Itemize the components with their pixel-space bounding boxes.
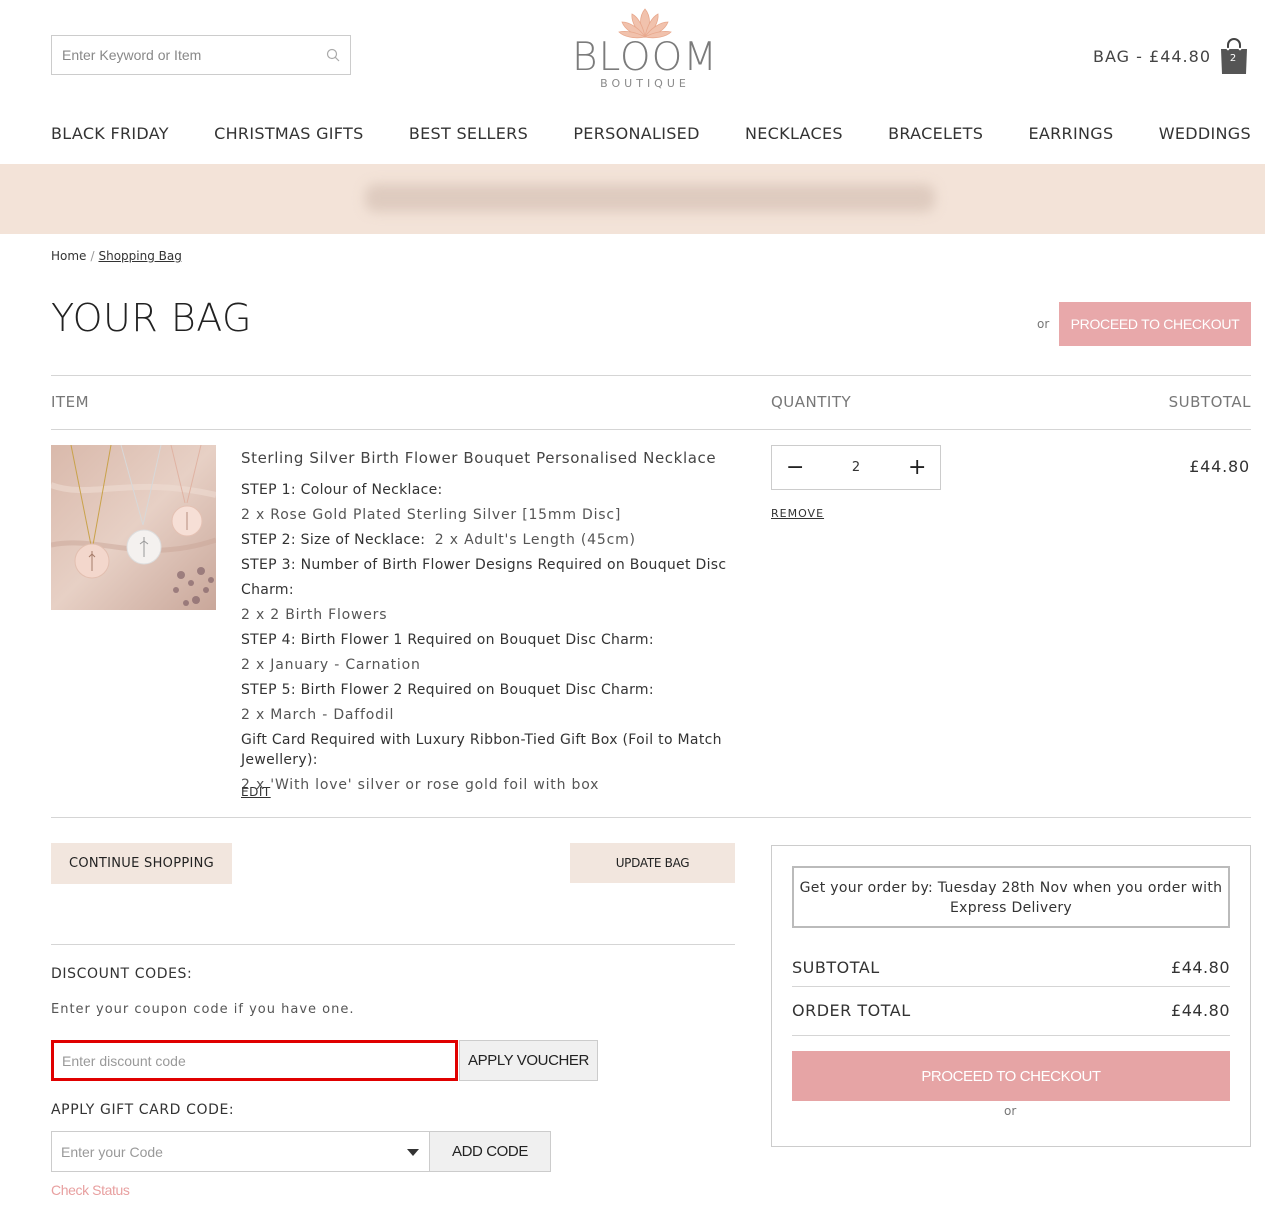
promo-banner[interactable] [0, 164, 1265, 234]
edit-item-link[interactable]: EDIT [241, 785, 271, 799]
option-gift-label: Gift Card Required with Luxury Ribbon-Ti… [241, 732, 722, 768]
breadcrumb: Home / Shopping Bag [51, 249, 182, 263]
discount-codes-heading: DISCOUNT CODES: [51, 966, 193, 982]
bag-total[interactable]: BAG - £44.80 [1093, 47, 1211, 66]
summary-total-label: ORDER TOTAL [792, 1001, 911, 1020]
breadcrumb-separator: / [90, 249, 95, 263]
site-logo[interactable]: BLOOM BOUTIQUE [560, 6, 730, 102]
option-step3-label: STEP 3: Number of Birth Flower Designs R… [241, 557, 727, 598]
search-input[interactable] [52, 36, 322, 74]
option-step3-value: 2 x 2 Birth Flowers [241, 607, 388, 623]
delivery-estimate: Get your order by: Tuesday 28th Nov when… [792, 866, 1230, 928]
gift-card-code-input[interactable] [52, 1132, 392, 1171]
delivery-estimate-line2: Express Delivery [949, 900, 1073, 916]
nav-necklaces[interactable]: NECKLACES [745, 124, 843, 143]
check-status-link[interactable]: Check Status [51, 1182, 130, 1198]
mini-bag[interactable]: BAG - £44.80 2 [1093, 36, 1249, 76]
quantity-value[interactable]: 2 [852, 460, 860, 475]
column-header-subtotal: SUBTOTAL [1168, 393, 1251, 411]
summary-subtotal-value: £44.80 [1171, 958, 1230, 977]
nav-christmas-gifts[interactable]: CHRISTMAS GIFTS [214, 124, 363, 143]
column-header-quantity: QUANTITY [771, 393, 852, 411]
column-header-item: ITEM [51, 393, 90, 411]
nav-black-friday[interactable]: BLACK FRIDAY [51, 124, 169, 143]
continue-shopping-button[interactable]: CONTINUE SHOPPING [51, 843, 232, 884]
add-code-button[interactable]: ADD CODE [429, 1131, 551, 1172]
option-step2-value: 2 x Adult's Length (45cm) [434, 532, 636, 548]
product-options: STEP 1: Colour of Necklace: 2 x Rose Gol… [241, 478, 751, 798]
summary-subtotal-label: SUBTOTAL [792, 958, 880, 977]
divider [51, 817, 1251, 818]
nav-weddings[interactable]: WEDDINGS [1159, 124, 1251, 143]
option-step1-label: STEP 1: Colour of Necklace: [241, 482, 443, 498]
option-step2-label: STEP 2: Size of Necklace: [241, 532, 426, 548]
breadcrumb-home[interactable]: Home [51, 249, 86, 263]
summary-subtotal-row: SUBTOTAL £44.80 [792, 958, 1230, 977]
summary-total-row: ORDER TOTAL £44.80 [792, 1001, 1230, 1020]
or-text: or [1037, 317, 1050, 331]
discount-code-input[interactable] [54, 1043, 455, 1078]
remove-item-link[interactable]: REMOVE [771, 507, 824, 520]
divider [51, 375, 1251, 376]
option-step5-label: STEP 5: Birth Flower 2 Required on Bouqu… [241, 682, 654, 698]
search-icon[interactable] [326, 48, 340, 62]
divider [51, 429, 1251, 430]
option-step1-value: 2 x Rose Gold Plated Sterling Silver [15… [241, 507, 622, 523]
nav-bracelets[interactable]: BRACELETS [888, 124, 983, 143]
product-image[interactable] [51, 445, 216, 610]
option-step2: STEP 2: Size of Necklace: 2 x Adult's Le… [241, 528, 751, 553]
option-step4-value: 2 x January - Carnation [241, 657, 421, 673]
nav-personalised[interactable]: PERSONALISED [573, 124, 699, 143]
product-name[interactable]: Sterling Silver Birth Flower Bouquet Per… [241, 449, 716, 467]
nav-earrings[interactable]: EARRINGS [1028, 124, 1113, 143]
shopping-bag-icon[interactable]: 2 [1219, 37, 1249, 75]
bag-count-badge: 2 [1229, 53, 1237, 64]
gift-card-heading: APPLY GIFT CARD CODE: [51, 1102, 235, 1118]
logo-wordmark: BLOOM [572, 35, 718, 80]
apply-voucher-button[interactable]: APPLY VOUCHER [459, 1040, 598, 1081]
blurred-promo-text [365, 184, 935, 212]
decrease-quantity-button[interactable]: − [786, 455, 804, 480]
gift-card-code-field[interactable] [51, 1131, 430, 1172]
option-step4-label: STEP 4: Birth Flower 1 Required on Bouqu… [241, 632, 654, 648]
summary-total-value: £44.80 [1171, 1001, 1230, 1020]
discount-code-field[interactable] [51, 1040, 458, 1081]
option-gift-value: 2 x 'With love' silver or rose gold foil… [241, 777, 600, 793]
breadcrumb-current[interactable]: Shopping Bag [98, 249, 181, 263]
page-title: YOUR BAG [51, 296, 252, 340]
search-box[interactable] [51, 35, 351, 75]
main-navigation: BLACK FRIDAY CHRISTMAS GIFTS BEST SELLER… [51, 124, 1251, 143]
divider [792, 1035, 1230, 1036]
line-item-subtotal: £44.80 [1189, 457, 1250, 476]
increase-quantity-button[interactable]: + [908, 455, 926, 480]
divider [51, 944, 735, 945]
or-text: or [1004, 1104, 1017, 1118]
nav-best-sellers[interactable]: BEST SELLERS [409, 124, 528, 143]
proceed-to-checkout-button-top[interactable]: PROCEED TO CHECKOUT [1059, 302, 1251, 346]
delivery-estimate-line1: Get your order by: Tuesday 28th Nov when… [799, 880, 1223, 896]
quantity-stepper: − 2 + [771, 445, 941, 490]
update-bag-button[interactable]: UPDATE BAG [570, 843, 735, 883]
proceed-to-checkout-button[interactable]: PROCEED TO CHECKOUT [792, 1051, 1230, 1101]
chevron-down-icon[interactable] [407, 1149, 419, 1156]
divider [792, 986, 1230, 987]
discount-help-text: Enter your coupon code if you have one. [51, 1002, 355, 1017]
option-step5-value: 2 x March - Daffodil [241, 707, 395, 723]
